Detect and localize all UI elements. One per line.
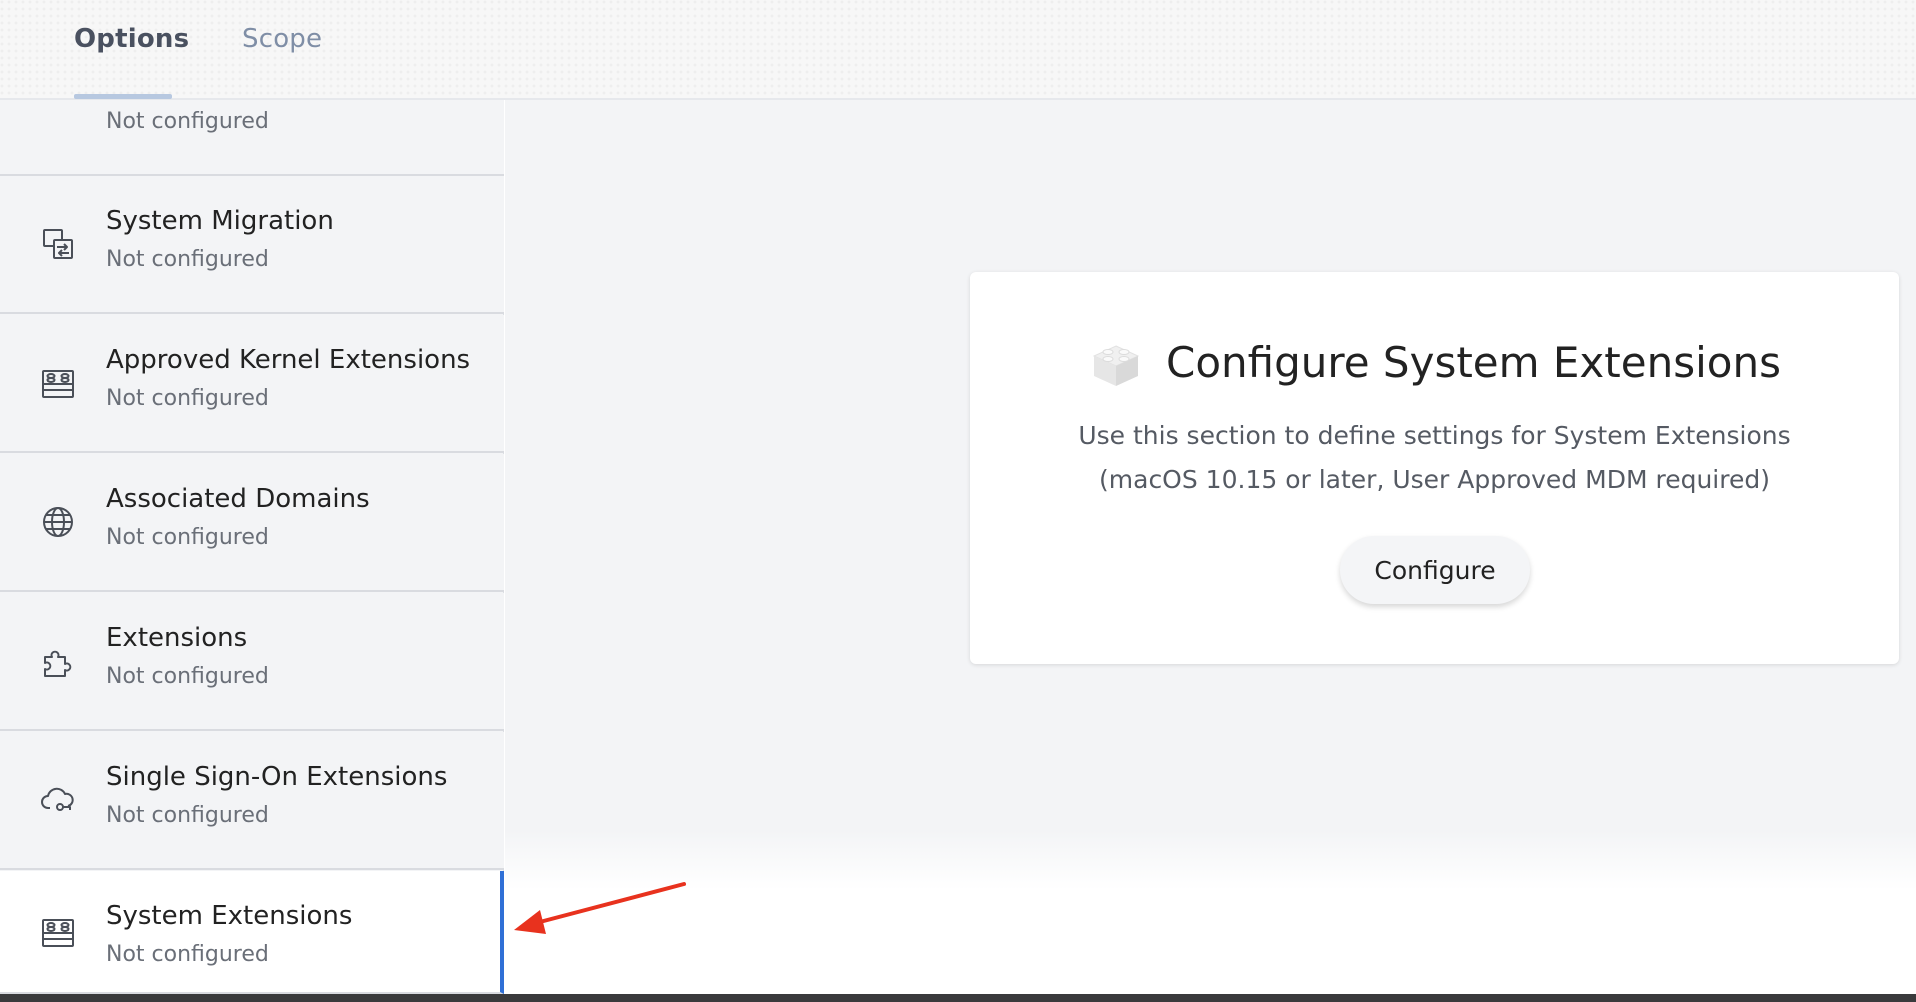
- card-header: Configure System Extensions: [970, 332, 1899, 392]
- brick-icon: [40, 365, 76, 401]
- lego-brick-icon: [1088, 332, 1144, 392]
- puzzle-icon: [40, 643, 76, 679]
- configure-button[interactable]: Configure: [1340, 536, 1530, 604]
- active-tab-indicator: [74, 94, 172, 99]
- sidebar-item-label: Associated Domains: [106, 484, 370, 514]
- brick-icon: [40, 914, 76, 950]
- cloud-key-icon: [40, 782, 76, 818]
- sidebar-item-label: System Migration: [106, 206, 334, 236]
- card-title: Configure System Extensions: [1166, 337, 1781, 387]
- tab-bar: Options Scope: [0, 0, 1916, 100]
- tab-scope[interactable]: Scope: [242, 24, 322, 54]
- sidebar-item-status: Not configured: [106, 525, 269, 550]
- sidebar-item-label: Approved Kernel Extensions: [106, 345, 471, 375]
- sidebar-item-status: Not configured: [106, 109, 269, 134]
- sidebar-item-status: Not configured: [106, 664, 269, 689]
- configure-card: Configure System Extensions Use this sec…: [970, 272, 1899, 664]
- payload-sidebar: Not configured System Migration Not conf…: [0, 38, 504, 994]
- sidebar-item-single-sign-on-extensions[interactable]: Single Sign-On Extensions Not configured: [0, 732, 504, 870]
- sidebar-item-status: Not configured: [106, 247, 269, 272]
- card-description: Use this section to define settings for …: [1078, 421, 1791, 494]
- sidebar-item-label: Single Sign-On Extensions: [106, 762, 448, 792]
- migration-icon: [40, 226, 76, 262]
- main-content: Configure System Extensions Use this sec…: [505, 100, 1916, 994]
- sidebar-item-label: Extensions: [106, 623, 248, 653]
- sidebar-item-status: Not configured: [106, 803, 269, 828]
- sidebar-item-extensions[interactable]: Extensions Not configured: [0, 593, 504, 731]
- globe-icon: [40, 504, 76, 540]
- sidebar-item-system-extensions[interactable]: System Extensions Not configured: [0, 871, 504, 994]
- sidebar-item-system-migration[interactable]: System Migration Not configured: [0, 176, 504, 314]
- sidebar-item-label: System Extensions: [106, 901, 353, 931]
- sidebar-item-approved-kernel-extensions[interactable]: Approved Kernel Extensions Not configure…: [0, 315, 504, 453]
- annotation-arrow: [514, 882, 686, 934]
- sidebar-item-status: Not configured: [106, 386, 269, 411]
- bottom-strip: [0, 994, 1916, 1002]
- sidebar-item-status: Not configured: [106, 942, 269, 967]
- sidebar-item-associated-domains[interactable]: Associated Domains Not configured: [0, 454, 504, 592]
- tab-options[interactable]: Options: [74, 24, 189, 54]
